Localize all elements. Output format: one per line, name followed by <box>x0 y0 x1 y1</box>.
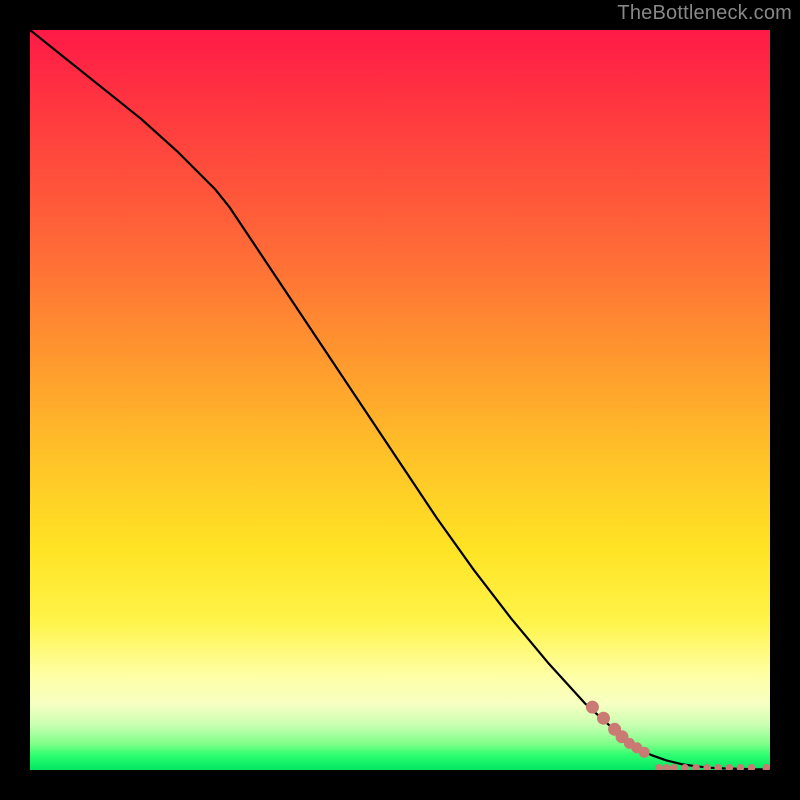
data-point <box>748 765 755 771</box>
data-point <box>598 712 610 724</box>
data-point <box>671 765 678 771</box>
data-point <box>737 765 744 771</box>
plot-area <box>30 30 770 770</box>
bottleneck-curve <box>30 30 770 769</box>
chart-frame: TheBottleneck.com <box>0 0 800 800</box>
chart-overlay <box>30 30 770 770</box>
data-point <box>704 765 711 771</box>
scatter-points <box>586 701 769 770</box>
data-point <box>693 765 700 771</box>
data-point <box>682 765 689 771</box>
data-point <box>656 765 663 771</box>
data-point <box>663 765 670 771</box>
data-point <box>763 765 770 771</box>
data-point <box>715 765 722 771</box>
data-point <box>586 701 598 713</box>
data-point <box>639 747 649 757</box>
watermark-text: TheBottleneck.com <box>617 2 792 25</box>
data-point <box>726 765 733 771</box>
